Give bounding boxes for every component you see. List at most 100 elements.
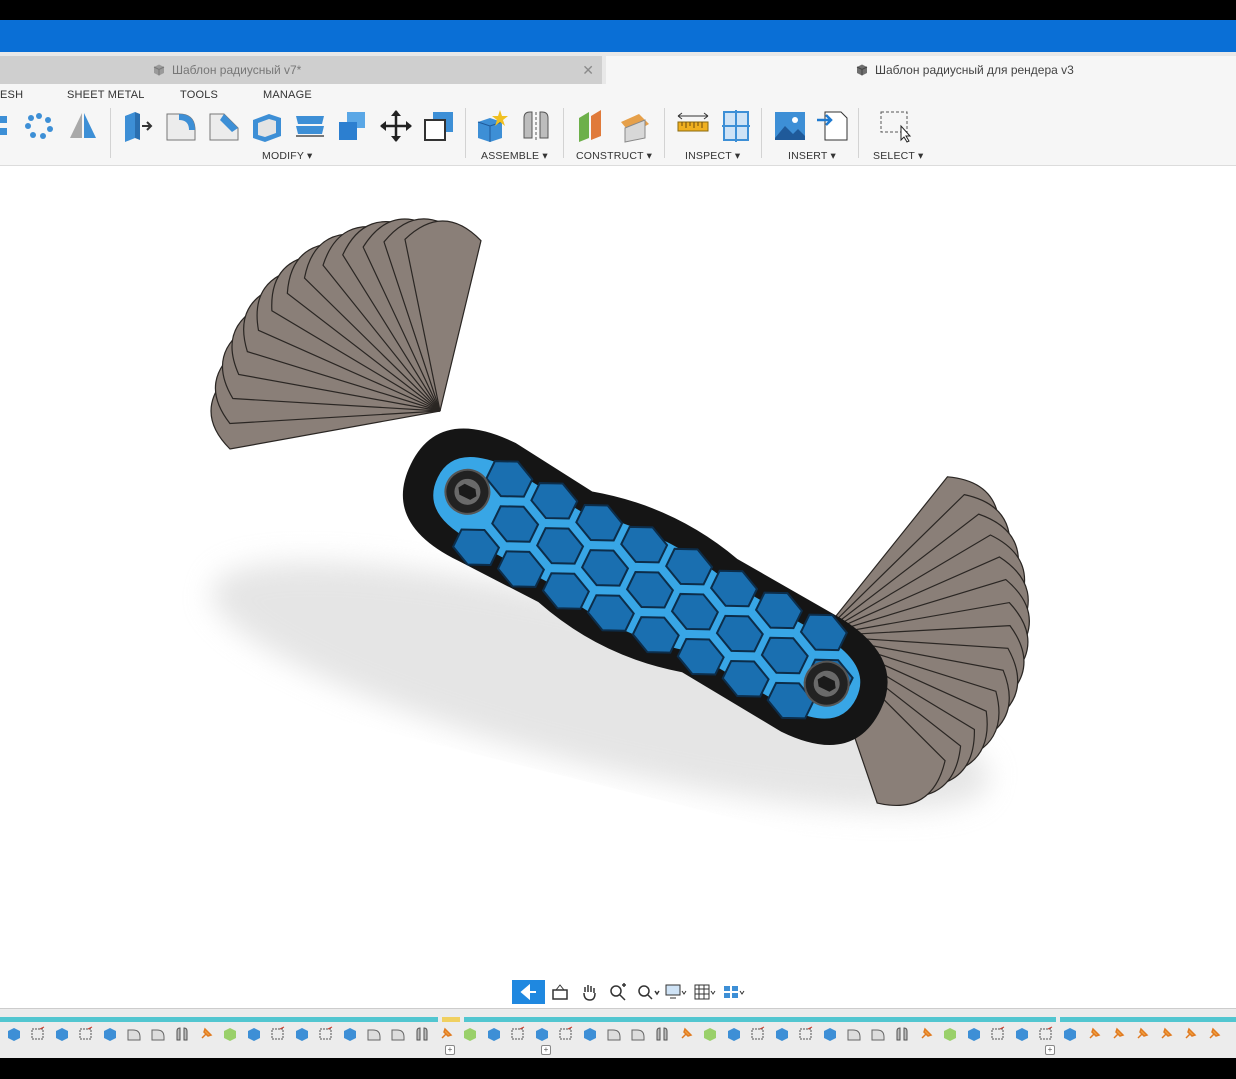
inspect-menu[interactable]: INSPECT ▾: [685, 150, 740, 162]
extrude-icon[interactable]: [102, 1026, 118, 1042]
sketch-icon[interactable]: [318, 1026, 334, 1042]
pin-icon[interactable]: [198, 1026, 214, 1042]
timeline[interactable]: + + +: [0, 1008, 1236, 1058]
sketch-icon[interactable]: [558, 1026, 574, 1042]
component-icon[interactable]: [702, 1026, 718, 1042]
display-settings-button[interactable]: [662, 980, 691, 1004]
select-menu[interactable]: SELECT ▾: [873, 150, 923, 162]
extrude-icon[interactable]: [774, 1026, 790, 1042]
component-icon[interactable]: [942, 1026, 958, 1042]
extrude-icon[interactable]: [1014, 1026, 1030, 1042]
pan-button[interactable]: [574, 980, 603, 1004]
left-blade-fan: [210, 218, 482, 450]
section-analysis-icon[interactable]: [718, 108, 754, 144]
pin-icon[interactable]: [1086, 1026, 1102, 1042]
pin-icon[interactable]: [1134, 1026, 1150, 1042]
close-tab-icon[interactable]: ✕: [582, 62, 594, 79]
sketch-icon[interactable]: [990, 1026, 1006, 1042]
draft-icon[interactable]: [292, 108, 328, 144]
extrude-icon[interactable]: [966, 1026, 982, 1042]
pin-icon[interactable]: [678, 1026, 694, 1042]
pin-icon[interactable]: [918, 1026, 934, 1042]
orbit-button[interactable]: [512, 980, 546, 1004]
joint-icon[interactable]: [894, 1026, 910, 1042]
fillet-icon[interactable]: [163, 108, 199, 144]
fillet-icon[interactable]: [846, 1026, 862, 1042]
extrude-icon[interactable]: [534, 1026, 550, 1042]
sketch-icon[interactable]: [30, 1026, 46, 1042]
look-at-button[interactable]: [545, 980, 574, 1004]
fit-button[interactable]: [633, 980, 662, 1004]
extrude-icon[interactable]: [1062, 1026, 1078, 1042]
extrude-icon[interactable]: [486, 1026, 502, 1042]
pattern-icon[interactable]: [0, 108, 22, 144]
navigation-bar: [512, 979, 750, 1005]
tab-sheet-metal[interactable]: SHEET METAL: [67, 89, 145, 101]
align-icon[interactable]: [421, 108, 457, 144]
offset-plane-icon[interactable]: [575, 108, 611, 144]
shell-icon[interactable]: [249, 108, 285, 144]
3d-viewport[interactable]: [0, 166, 1236, 1008]
new-component-icon[interactable]: [474, 108, 510, 144]
extrude-icon[interactable]: [6, 1026, 22, 1042]
extrude-icon[interactable]: [342, 1026, 358, 1042]
document-tab-render-v3[interactable]: Шаблон радиусный для рендера v3: [606, 56, 1236, 84]
construct-menu[interactable]: CONSTRUCT ▾: [576, 150, 652, 162]
select-box-icon[interactable]: [877, 108, 913, 144]
pin-icon[interactable]: [1206, 1026, 1222, 1042]
grid-button[interactable]: [691, 980, 720, 1004]
insert-image-icon[interactable]: [772, 108, 808, 144]
sketch-icon[interactable]: [798, 1026, 814, 1042]
fillet-icon[interactable]: [126, 1026, 142, 1042]
fillet-icon[interactable]: [630, 1026, 646, 1042]
measure-icon[interactable]: [675, 108, 711, 144]
tab-tools[interactable]: TOOLS: [180, 89, 218, 101]
circular-pattern-icon[interactable]: [21, 108, 57, 144]
extrude-icon[interactable]: [726, 1026, 742, 1042]
joint-icon[interactable]: [654, 1026, 670, 1042]
fillet-icon[interactable]: [606, 1026, 622, 1042]
joint-icon[interactable]: [518, 108, 554, 144]
fillet-icon[interactable]: [870, 1026, 886, 1042]
sketch-icon[interactable]: [78, 1026, 94, 1042]
pin-icon[interactable]: [1182, 1026, 1198, 1042]
extrude-icon[interactable]: [54, 1026, 70, 1042]
chamfer-icon[interactable]: [206, 108, 242, 144]
component-icon[interactable]: [222, 1026, 238, 1042]
fillet-icon[interactable]: [390, 1026, 406, 1042]
scale-icon[interactable]: [335, 108, 371, 144]
extrude-icon[interactable]: [246, 1026, 262, 1042]
extrude-icon[interactable]: [822, 1026, 838, 1042]
expand-group-icon[interactable]: +: [541, 1045, 551, 1055]
expand-group-icon[interactable]: +: [445, 1045, 455, 1055]
sketch-icon[interactable]: [270, 1026, 286, 1042]
viewports-button[interactable]: [721, 980, 750, 1004]
insert-mesh-icon[interactable]: [815, 108, 851, 144]
orbit-icon: [520, 983, 536, 1001]
document-tab-v7[interactable]: Шаблон радиусный v7* ✕: [0, 56, 602, 84]
move-icon[interactable]: [378, 108, 414, 144]
pin-icon[interactable]: [438, 1026, 454, 1042]
sketch-icon[interactable]: [1038, 1026, 1054, 1042]
tab-mesh[interactable]: ESH: [0, 89, 23, 101]
joint-icon[interactable]: [174, 1026, 190, 1042]
insert-menu[interactable]: INSERT ▾: [788, 150, 836, 162]
extrude-icon[interactable]: [294, 1026, 310, 1042]
joint-icon[interactable]: [414, 1026, 430, 1042]
component-icon[interactable]: [462, 1026, 478, 1042]
pin-icon[interactable]: [1110, 1026, 1126, 1042]
fillet-icon[interactable]: [366, 1026, 382, 1042]
sketch-icon[interactable]: [750, 1026, 766, 1042]
sketch-icon[interactable]: [510, 1026, 526, 1042]
modify-menu[interactable]: MODIFY ▾: [262, 150, 312, 162]
zoom-button[interactable]: [604, 980, 633, 1004]
extrude-icon[interactable]: [582, 1026, 598, 1042]
fillet-icon[interactable]: [150, 1026, 166, 1042]
pin-icon[interactable]: [1158, 1026, 1174, 1042]
mirror-icon[interactable]: [65, 108, 101, 144]
expand-group-icon[interactable]: +: [1045, 1045, 1055, 1055]
tab-manage[interactable]: MANAGE: [263, 89, 312, 101]
press-pull-icon[interactable]: [120, 108, 156, 144]
plane-at-angle-icon[interactable]: [617, 108, 653, 144]
assemble-menu[interactable]: ASSEMBLE ▾: [481, 150, 548, 162]
